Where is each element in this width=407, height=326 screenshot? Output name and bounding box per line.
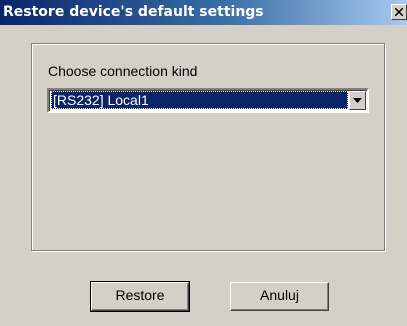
title-bar[interactable]: Restore device's default settings <box>0 0 407 25</box>
close-icon <box>395 8 403 16</box>
connection-kind-label: Choose connection kind <box>48 63 198 79</box>
restore-button[interactable]: Restore <box>90 281 190 312</box>
connection-kind-value: [RS232] Local1 <box>51 91 348 109</box>
connection-kind-select[interactable]: [RS232] Local1 <box>47 88 369 113</box>
close-button[interactable] <box>391 4 407 20</box>
chevron-down-icon <box>353 98 362 103</box>
dialog-window: Restore device's default settings Choose… <box>0 0 407 326</box>
dialog-title: Restore device's default settings <box>3 4 264 20</box>
cancel-button[interactable]: Anuluj <box>230 282 329 311</box>
dropdown-button[interactable] <box>349 91 366 110</box>
